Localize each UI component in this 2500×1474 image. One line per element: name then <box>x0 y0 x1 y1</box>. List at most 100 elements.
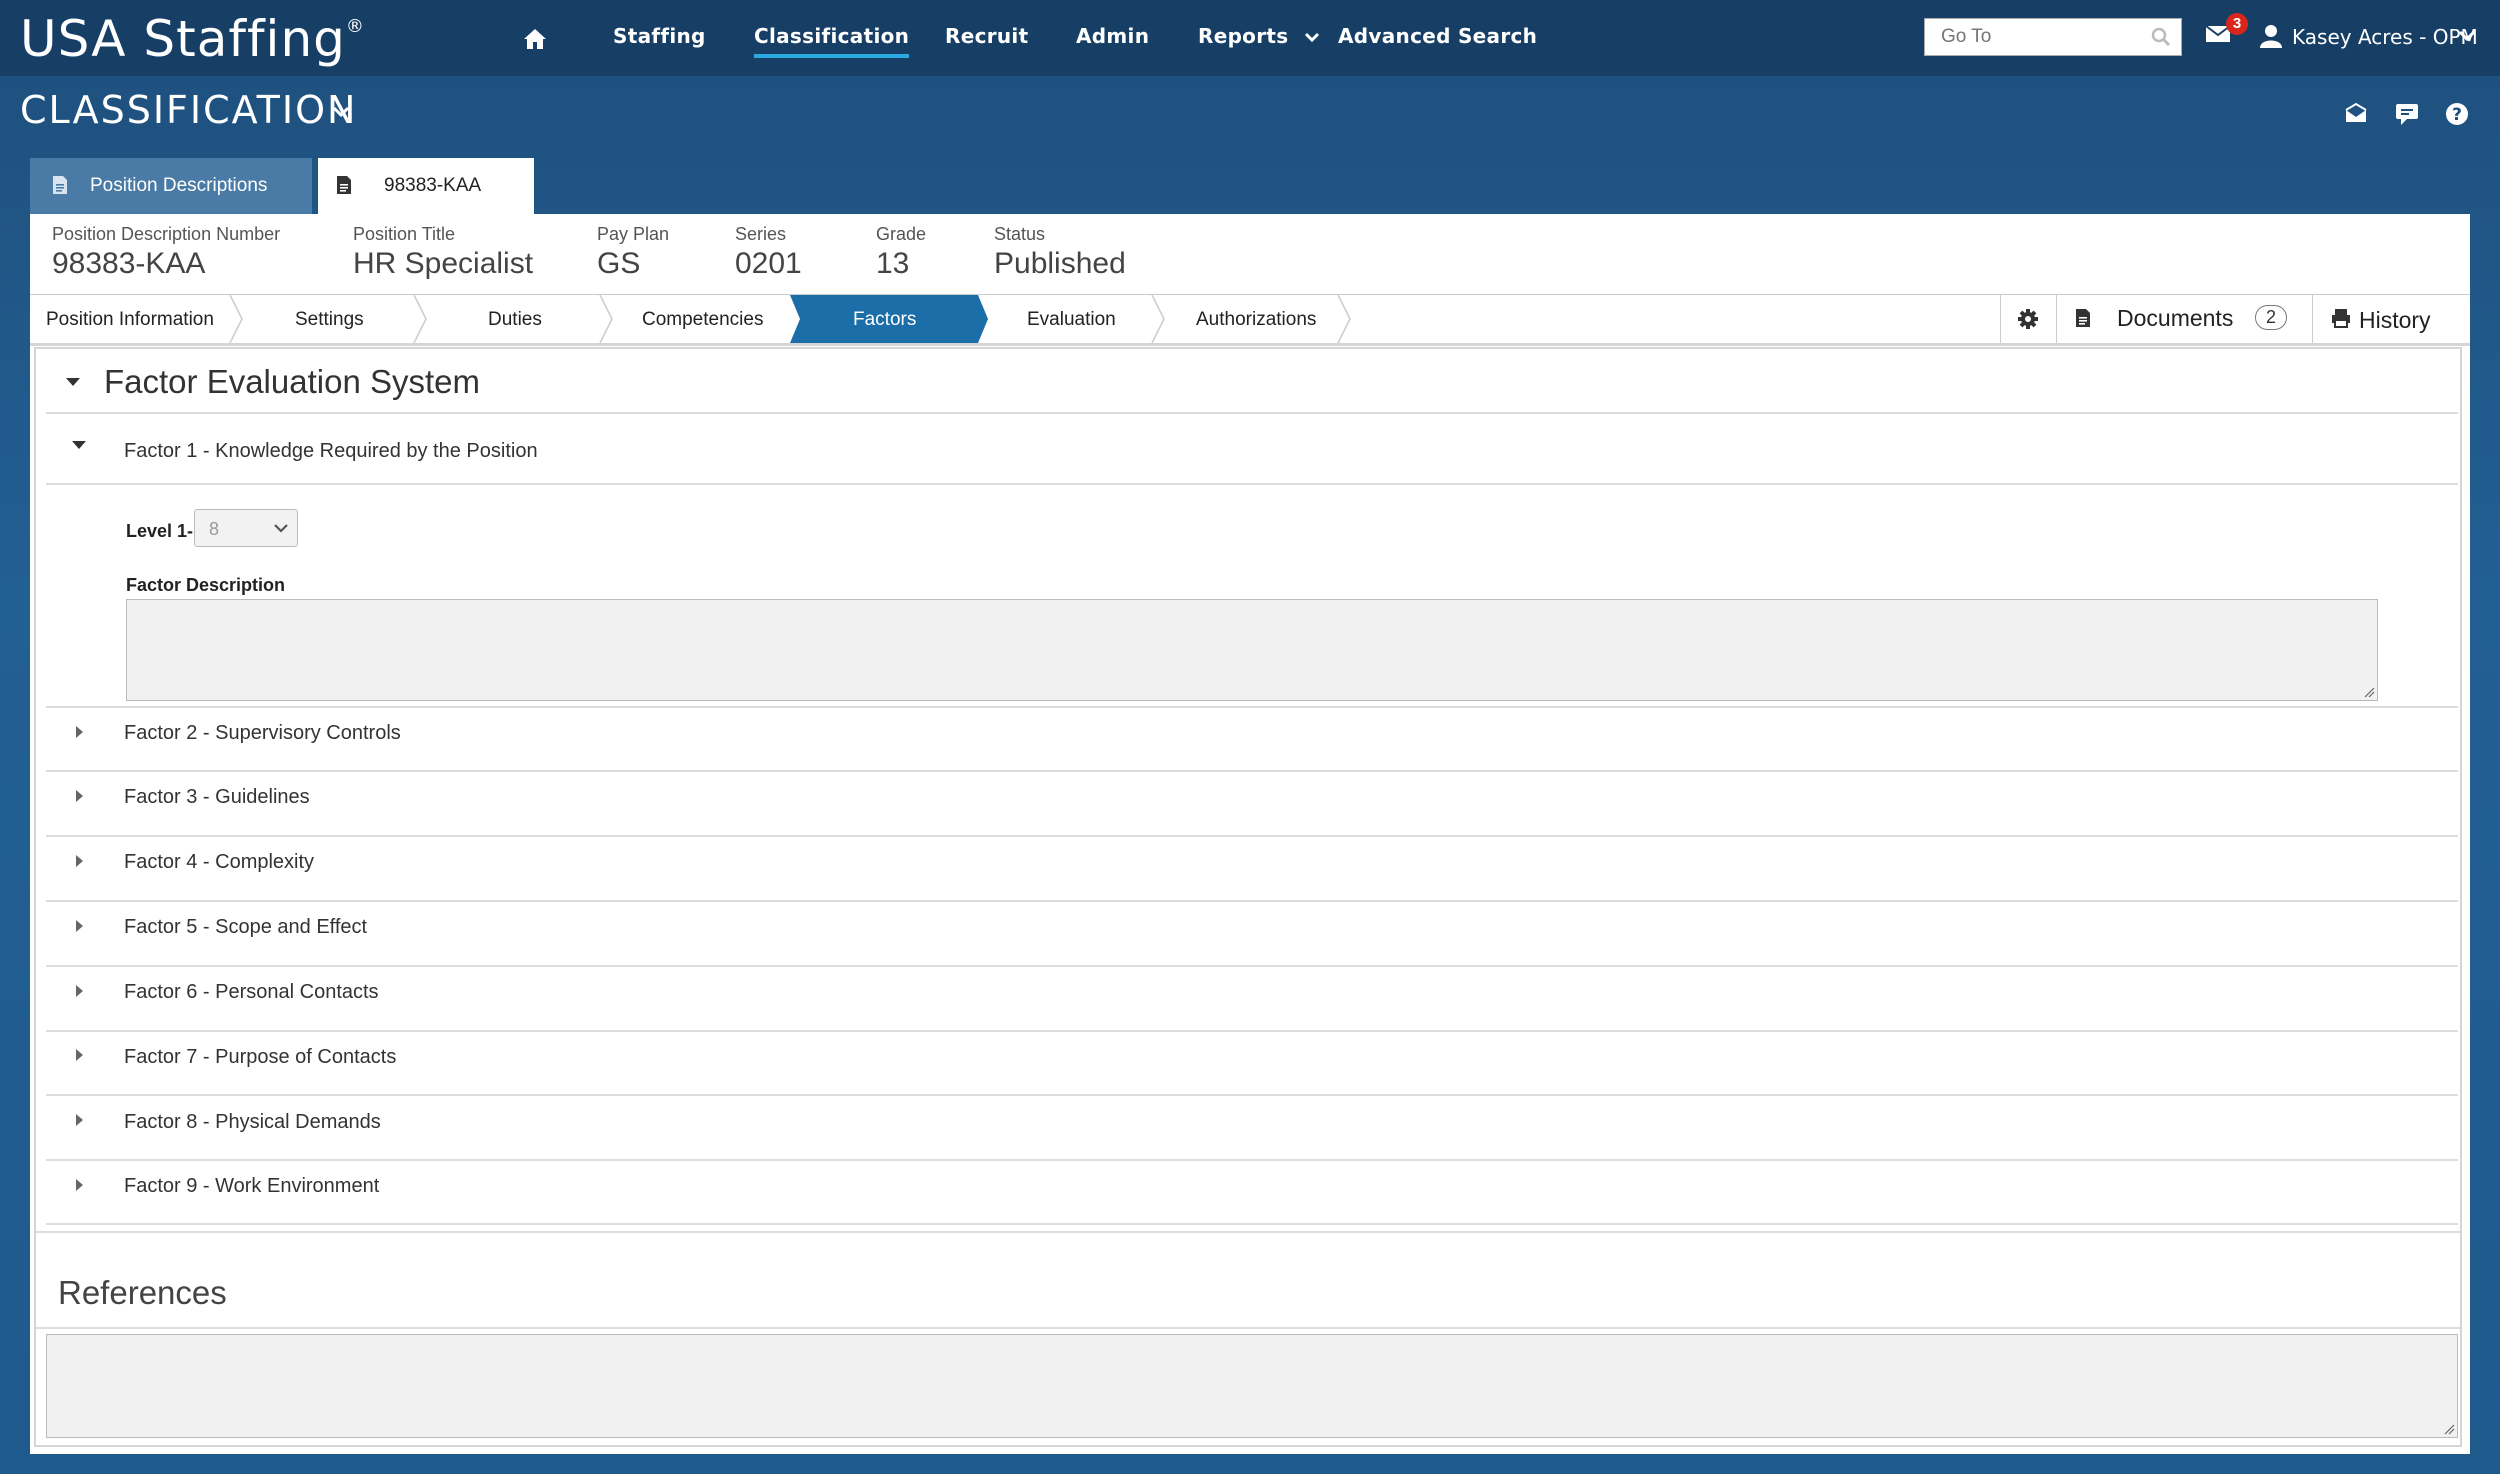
expand-icon[interactable] <box>76 920 83 932</box>
divider <box>46 1159 2458 1161</box>
expand-icon[interactable] <box>76 985 83 997</box>
goto-search <box>1924 18 2182 56</box>
position-title-field: Position Title HR Specialist <box>353 224 533 281</box>
pd-number-label: Position Description Number <box>52 224 281 244</box>
help-icon[interactable]: ? <box>2445 102 2469 126</box>
expand-icon[interactable] <box>76 855 83 867</box>
tab-position-descriptions-label: Position Descriptions <box>90 175 268 196</box>
expand-icon[interactable] <box>76 1179 83 1191</box>
search-icon[interactable] <box>2151 27 2171 47</box>
nav-recruit[interactable]: Recruit <box>945 24 1028 48</box>
step-position-information[interactable]: Position Information <box>46 309 214 331</box>
step-duties[interactable]: Duties <box>488 309 542 331</box>
user-name[interactable]: Kasey Acres - OPM <box>2292 25 2478 49</box>
notification-badge: 3 <box>2226 13 2248 35</box>
series-label: Series <box>735 224 787 244</box>
series-value: 0201 <box>735 247 802 280</box>
top-nav: USA Staffing® Staffing Classification Re… <box>0 0 2500 76</box>
history-label: History <box>2359 307 2431 333</box>
level-select-value: 8 <box>209 519 220 539</box>
step-factors[interactable]: Factors <box>853 309 916 331</box>
expand-icon[interactable] <box>76 1114 83 1126</box>
factor-4-header[interactable]: Factor 4 - Complexity <box>124 851 314 874</box>
app-window: USA Staffing® Staffing Classification Re… <box>0 0 2500 1474</box>
announcements-icon[interactable] <box>2344 102 2368 126</box>
factor-description-textarea[interactable] <box>126 599 2378 701</box>
factor-7-header[interactable]: Factor 7 - Purpose of Contacts <box>124 1046 396 1069</box>
level-label: Level 1- <box>126 521 194 541</box>
status-label: Status <box>994 224 1046 244</box>
factor-1-header[interactable]: Factor 1 - Knowledge Required by the Pos… <box>124 440 538 463</box>
printer-icon <box>2332 309 2350 328</box>
documents-button[interactable]: Documents 2 <box>2056 295 2312 343</box>
divider <box>46 1223 2458 1225</box>
gear-icon <box>2018 309 2038 329</box>
divider <box>46 412 2458 414</box>
factor-5-header[interactable]: Factor 5 - Scope and Effect <box>124 916 367 939</box>
factor-6-header[interactable]: Factor 6 - Personal Contacts <box>124 981 379 1004</box>
factor-evaluation-section: Factor Evaluation System Factor 1 - Know… <box>34 347 2462 1447</box>
series-field: Series 0201 <box>735 224 802 281</box>
divider <box>46 1030 2458 1032</box>
step-settings[interactable]: Settings <box>295 309 364 331</box>
nav-advanced-search[interactable]: Advanced Search <box>1338 24 1537 48</box>
grade-value: 13 <box>876 247 910 280</box>
pay-plan-field: Pay Plan GS <box>597 224 669 281</box>
tab-pd-record[interactable]: 98383-KAA <box>318 158 534 218</box>
divider <box>46 965 2458 967</box>
feedback-icon[interactable] <box>2395 102 2419 126</box>
settings-button[interactable] <box>2000 295 2056 343</box>
goto-input[interactable] <box>1939 19 2153 55</box>
user-icon[interactable] <box>2260 24 2282 48</box>
grade-field: Grade 13 <box>876 224 926 281</box>
factor-3-header[interactable]: Factor 3 - Guidelines <box>124 786 310 809</box>
divider <box>46 483 2458 485</box>
divider <box>46 900 2458 902</box>
step-evaluation[interactable]: Evaluation <box>1027 309 1116 331</box>
expand-icon[interactable] <box>76 1049 83 1061</box>
pay-plan-value: GS <box>597 247 641 280</box>
factor-9-header[interactable]: Factor 9 - Work Environment <box>124 1175 379 1198</box>
step-authorizations[interactable]: Authorizations <box>1196 309 1316 331</box>
expand-icon[interactable] <box>76 790 83 802</box>
documents-label: Documents <box>2117 305 2234 331</box>
position-title-label: Position Title <box>353 224 456 244</box>
step-competencies[interactable]: Competencies <box>642 309 763 331</box>
tab-position-descriptions[interactable]: Position Descriptions <box>30 158 312 214</box>
nav-classification[interactable]: Classification <box>754 24 910 58</box>
resize-handle-icon[interactable] <box>2363 686 2375 698</box>
fes-title[interactable]: Factor Evaluation System <box>104 363 480 401</box>
expand-icon[interactable] <box>76 726 83 738</box>
divider <box>46 706 2458 708</box>
references-title: References <box>58 1274 227 1311</box>
chevron-down-icon <box>1304 32 1319 43</box>
document-icon <box>53 176 67 194</box>
references-textarea[interactable] <box>46 1334 2458 1438</box>
documents-count-badge: 2 <box>2255 305 2288 330</box>
chevron-down-icon[interactable] <box>332 106 350 118</box>
app-logo[interactable]: USA Staffing® <box>20 10 365 68</box>
level-select[interactable]: 8 <box>194 509 298 547</box>
nav-staffing[interactable]: Staffing <box>613 24 706 48</box>
pd-number-value: 98383-KAA <box>52 247 206 280</box>
nav-admin[interactable]: Admin <box>1076 24 1149 48</box>
document-icon <box>2076 309 2090 327</box>
module-title[interactable]: CLASSIFICATION <box>20 88 357 132</box>
divider <box>36 1231 2460 1233</box>
divider <box>36 1327 2460 1329</box>
factor-8-header[interactable]: Factor 8 - Physical Demands <box>124 1111 381 1134</box>
collapse-icon[interactable] <box>66 378 80 386</box>
status-value: Published <box>994 247 1126 280</box>
nav-reports-label: Reports <box>1198 24 1289 48</box>
resize-handle-icon[interactable] <box>2443 1423 2455 1435</box>
home-icon[interactable] <box>523 28 547 50</box>
step-navigation: Position Information Settings Duties Com… <box>30 294 2470 346</box>
chevron-down-icon[interactable] <box>2458 30 2476 42</box>
pd-number-field: Position Description Number 98383-KAA <box>52 224 280 281</box>
factor-2-header[interactable]: Factor 2 - Supervisory Controls <box>124 722 401 745</box>
factor-description-label: Factor Description <box>126 575 286 595</box>
tab-pd-record-label: 98383-KAA <box>384 175 482 196</box>
history-button[interactable]: History <box>2312 295 2470 343</box>
collapse-icon[interactable] <box>72 441 86 449</box>
nav-reports[interactable]: Reports <box>1198 24 1320 48</box>
